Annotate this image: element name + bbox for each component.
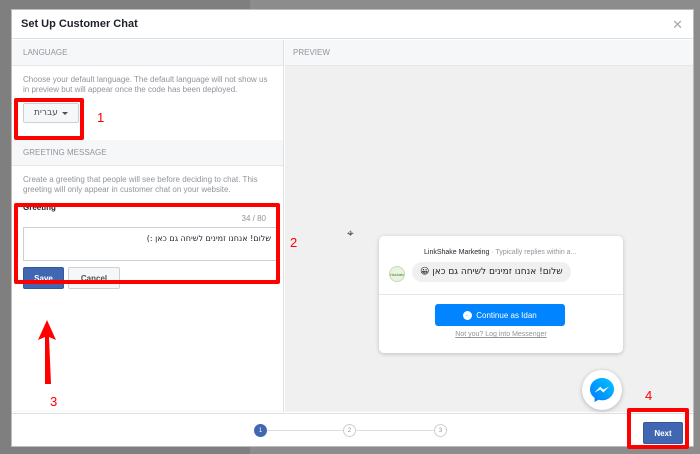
step-indicator-2: 2 — [343, 424, 356, 437]
dialog-header: Set Up Customer Chat ✕ — [12, 10, 693, 39]
highlight-box-greeting — [14, 203, 280, 284]
dialog-footer: 1 2 3 Next — [12, 413, 693, 446]
step-indicator-3: 3 — [434, 424, 447, 437]
chat-header: LinkShake Marketing · Typically replies … — [424, 249, 576, 256]
page-name: LinkShake Marketing — [424, 249, 490, 256]
annotation-number-3: 3 — [50, 394, 58, 409]
reply-time: · Typically replies within a... — [489, 249, 577, 256]
red-arrow-icon — [38, 320, 56, 384]
annotation-number-1: 1 — [97, 110, 105, 125]
messenger-chat-button[interactable] — [582, 370, 622, 410]
log-into-messenger-link[interactable]: Not you? Log into Messenger — [379, 331, 623, 338]
page-avatar: linkshake — [389, 266, 405, 282]
close-icon[interactable]: ✕ — [672, 18, 683, 31]
step-indicator-1: 1 — [254, 424, 267, 437]
messenger-icon — [590, 378, 614, 402]
preview-header: PREVIEW — [285, 40, 693, 66]
continue-as-button[interactable]: Continue as Idan — [435, 304, 565, 326]
divider — [379, 294, 623, 295]
highlight-box-next — [627, 408, 689, 449]
annotation-number-2: 2 — [290, 235, 298, 250]
language-section-header: LANGUAGE — [12, 40, 283, 66]
move-cursor-icon: ⌖ — [347, 226, 354, 240]
greeting-bubble: שלום! אנחנו זמינים לשיחה גם כאן 😀 — [412, 262, 571, 282]
greeting-description: Create a greeting that people will see b… — [23, 175, 258, 194]
dialog-title: Set Up Customer Chat — [21, 18, 138, 30]
continue-label: Continue as Idan — [476, 310, 537, 320]
messenger-icon — [463, 310, 473, 320]
greeting-section-header: GREETING MESSAGE — [12, 140, 283, 166]
avatar-text: linkshake — [389, 271, 405, 277]
chat-preview-card: LinkShake Marketing · Typically replies … — [379, 236, 623, 353]
preview-panel: PREVIEW ⌖ LinkShake Marketing · Typicall… — [285, 40, 693, 412]
annotation-number-4: 4 — [645, 388, 653, 403]
language-description: Choose your default language. The defaul… — [23, 75, 268, 94]
highlight-box-language — [14, 98, 84, 140]
